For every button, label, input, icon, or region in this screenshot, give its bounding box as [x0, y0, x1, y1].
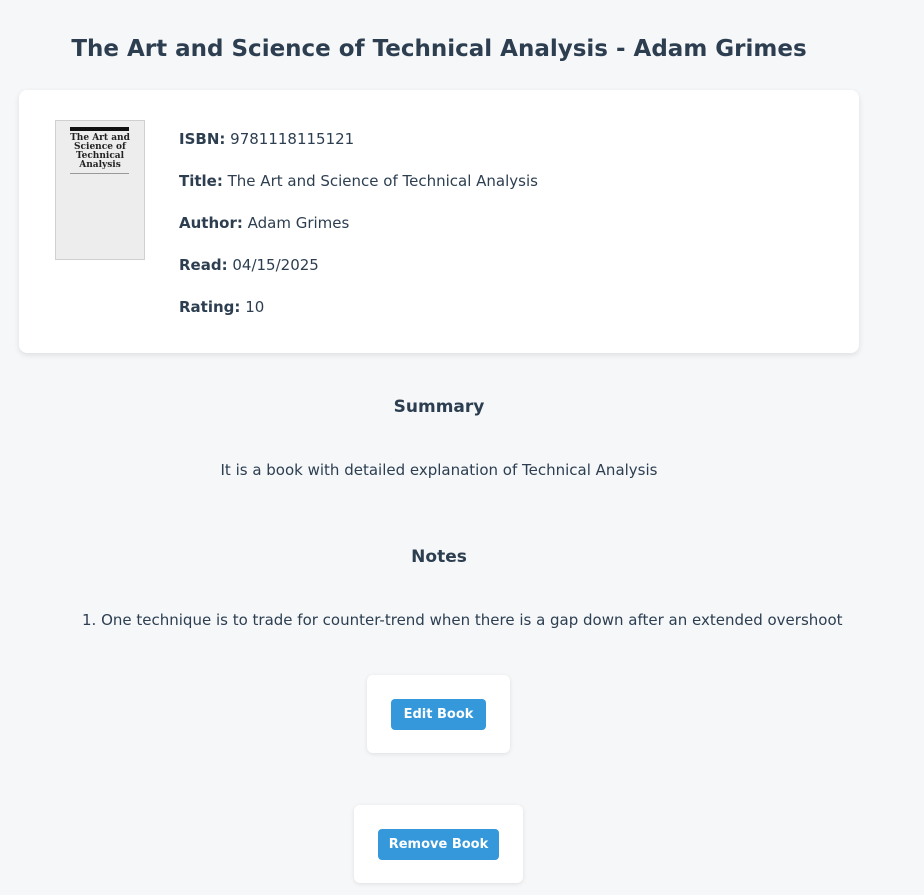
summary-heading: Summary: [393, 397, 485, 417]
edit-button-container: Edit Book: [367, 675, 510, 753]
detail-isbn: ISBN: 9781118115121: [179, 128, 819, 170]
note-item: 1. One technique is to trade for counter…: [82, 611, 843, 629]
book-details-card: The Art and Science of Technical Analysi…: [19, 90, 859, 353]
detail-label: Author:: [179, 214, 243, 232]
detail-rating: Rating: 10: [179, 296, 819, 338]
cover-title: The Art and Science of Technical Analysi…: [70, 133, 130, 170]
detail-value: Adam Grimes: [247, 214, 350, 232]
detail-label: Rating:: [179, 298, 241, 316]
detail-author: Author: Adam Grimes: [179, 212, 819, 254]
cover-divider: [70, 173, 129, 174]
edit-book-button[interactable]: Edit Book: [391, 699, 486, 730]
page-title: The Art and Science of Technical Analysi…: [71, 36, 807, 62]
detail-label: Read:: [179, 256, 228, 274]
detail-value: The Art and Science of Technical Analysi…: [227, 172, 538, 190]
remove-book-button[interactable]: Remove Book: [378, 829, 499, 860]
detail-label: ISBN:: [179, 130, 226, 148]
detail-title: Title: The Art and Science of Technical …: [179, 170, 819, 212]
book-details-list: ISBN: 9781118115121 Title: The Art and S…: [179, 128, 819, 338]
detail-value: 04/15/2025: [232, 256, 319, 274]
detail-value: 10: [245, 298, 265, 316]
notes-heading: Notes: [411, 547, 467, 567]
detail-value: 9781118115121: [230, 130, 355, 148]
detail-read-date: Read: 04/15/2025: [179, 254, 819, 296]
book-cover-image: The Art and Science of Technical Analysi…: [55, 120, 145, 260]
cover-top-bar: [70, 127, 129, 131]
detail-label: Title:: [179, 172, 223, 190]
summary-text: It is a book with detailed explanation o…: [220, 461, 658, 479]
remove-button-container: Remove Book: [354, 805, 523, 883]
notes-list: 1. One technique is to trade for counter…: [82, 611, 843, 629]
